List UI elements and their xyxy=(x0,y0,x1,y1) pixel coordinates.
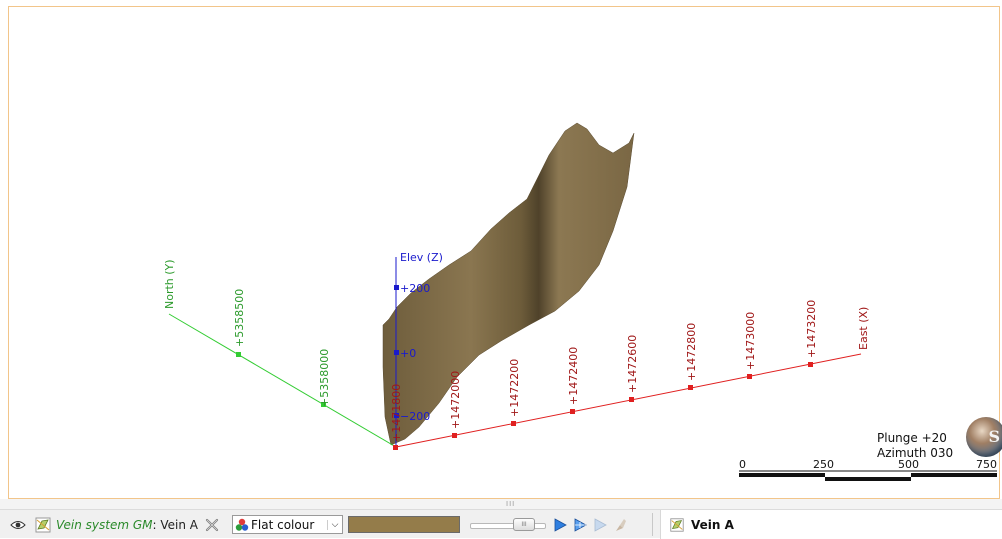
elev-tick-label: −200 xyxy=(400,410,430,423)
east-tick-label: +1473200 xyxy=(805,300,818,358)
east-tick-mark xyxy=(629,397,634,402)
scale-bar: 0 250 500 750 xyxy=(739,458,997,481)
scale-label: 250 xyxy=(813,458,834,471)
north-tick-label: +5358000 xyxy=(318,349,331,407)
scale-label: 750 xyxy=(976,458,997,471)
object-name-label: Vein system GM: Vein A xyxy=(56,510,198,539)
east-tick-label: +1472400 xyxy=(567,347,580,405)
colour-mode-select[interactable]: Flat colour ⌵ xyxy=(232,515,343,534)
elev-tick-mark xyxy=(394,285,399,290)
azimuth-readout: Azimuth 030 xyxy=(877,446,954,460)
tab-vein-a[interactable]: Vein A xyxy=(660,510,1002,539)
north-tick-mark xyxy=(236,352,241,357)
east-tick-label: +1471800 xyxy=(390,384,403,442)
east-tick-label: +1472600 xyxy=(626,335,639,393)
object-parent-name[interactable]: Vein system GM xyxy=(56,518,153,532)
vein-object-icon xyxy=(670,517,684,532)
compass-glyph: S xyxy=(988,427,1000,446)
triangle-tool-icon[interactable] xyxy=(552,517,568,533)
object-child-name: : Vein A xyxy=(152,517,198,532)
east-axis-label: East (X) xyxy=(857,307,870,350)
east-tick-label: +1472200 xyxy=(508,359,521,417)
east-tick-mark xyxy=(747,374,752,379)
triangle-disabled-icon xyxy=(594,518,607,532)
elev-tick-mark xyxy=(394,350,399,355)
east-tick-label: +1472800 xyxy=(685,323,698,381)
toolbar-separator xyxy=(652,513,653,536)
unlink-icon[interactable] xyxy=(204,510,222,539)
east-tick-mark xyxy=(570,409,575,414)
east-tick-mark xyxy=(452,433,457,438)
elev-axis-label: Elev (Z) xyxy=(400,251,443,264)
east-tick-mark xyxy=(688,385,693,390)
opacity-slider-thumb[interactable]: III xyxy=(513,518,535,531)
scale-label: 0 xyxy=(739,458,746,471)
tab-label: Vein A xyxy=(691,517,734,532)
colour-swatch[interactable] xyxy=(348,516,460,533)
east-tick-label: +1473000 xyxy=(744,312,757,370)
vein-object-icon xyxy=(34,510,52,539)
east-tick-mark xyxy=(808,362,813,367)
plunge-readout: Plunge +20 xyxy=(877,431,947,445)
object-properties-bar: Vein system GM: Vein A Flat colour ⌵ III xyxy=(0,509,1002,539)
north-axis: North (Y) +5358500 +5358000 xyxy=(163,259,397,448)
elev-tick-label: +0 xyxy=(400,347,416,360)
orientation-readout: Plunge +20 Azimuth 030 xyxy=(877,431,953,461)
east-tick-mark xyxy=(511,421,516,426)
north-axis-label: North (Y) xyxy=(163,259,176,309)
chevron-down-icon[interactable]: ⌵ xyxy=(327,519,342,530)
north-tick-label: +5358500 xyxy=(233,289,246,347)
paint-brush-icon xyxy=(616,519,626,531)
east-tick-mark xyxy=(393,445,398,450)
colour-palette-icon xyxy=(235,518,249,531)
colour-mode-value: Flat colour xyxy=(251,517,315,532)
view-orientation-globe-icon[interactable]: S xyxy=(966,417,1002,457)
splitter-grip[interactable]: III xyxy=(506,500,515,508)
eye-icon[interactable] xyxy=(10,510,26,539)
scene-canvas[interactable]: North (Y) +5358500 +5358000 Elev (Z) +20… xyxy=(9,7,1001,500)
elev-tick-label: +200 xyxy=(400,282,430,295)
triangle-edges-icon[interactable] xyxy=(572,517,588,533)
panel-splitter[interactable]: III xyxy=(0,499,1002,509)
3d-scene-viewport[interactable]: North (Y) +5358500 +5358000 Elev (Z) +20… xyxy=(8,6,1002,500)
east-tick-label: +1472000 xyxy=(449,371,462,429)
